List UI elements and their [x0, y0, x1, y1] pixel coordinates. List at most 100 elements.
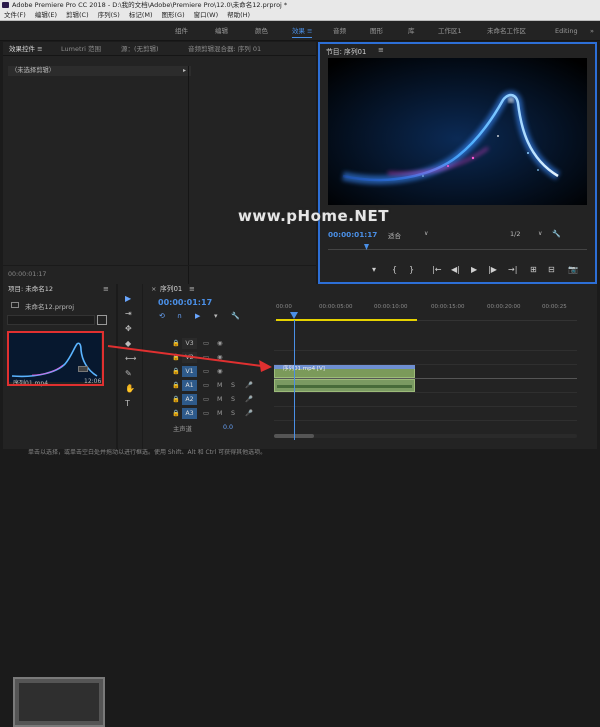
track-lock-icon[interactable]: 🔒	[172, 407, 180, 420]
track-a2-label[interactable]: A2	[182, 394, 197, 405]
menu-sequence[interactable]: 序列(S)	[98, 10, 120, 20]
mute-button[interactable]: M	[217, 407, 222, 420]
sync-lock-icon[interactable]: ▭	[203, 351, 209, 364]
resolution-dropdown-arrow-icon[interactable]: ∨	[538, 230, 542, 237]
timeline-scrollbar[interactable]	[274, 434, 577, 438]
sync-lock-icon[interactable]: ▭	[203, 365, 209, 378]
menu-help[interactable]: 帮助(H)	[227, 10, 250, 20]
track-lock-icon[interactable]: 🔒	[172, 365, 180, 378]
mark-in-icon[interactable]: {	[392, 265, 397, 275]
workspace-graphics[interactable]: 图形	[370, 21, 383, 41]
work-area-bar[interactable]	[276, 319, 417, 321]
extract-icon[interactable]: ⊟	[548, 265, 555, 275]
step-forward-icon[interactable]: |▶	[488, 265, 497, 275]
workspace-editing[interactable]: 编辑	[215, 21, 228, 41]
program-monitor-title[interactable]: 节目: 序列01	[326, 46, 366, 56]
workspace-overflow-icon[interactable]: »	[590, 21, 594, 41]
razor-tool-icon[interactable]: ◆	[125, 339, 131, 349]
mute-button[interactable]: M	[217, 379, 222, 392]
panel-divider[interactable]	[188, 66, 189, 291]
program-timecode[interactable]: 00:00:01:17	[328, 230, 377, 239]
project-menu-icon[interactable]: ≡	[103, 284, 109, 295]
sync-lock-icon[interactable]: ▭	[203, 407, 209, 420]
mute-button[interactable]: M	[217, 393, 222, 406]
sync-lock-icon[interactable]: ▭	[203, 337, 209, 350]
solo-button[interactable]: S	[231, 379, 235, 392]
media-thumbnail[interactable]	[13, 677, 105, 727]
sync-lock-icon[interactable]: ▭	[203, 379, 209, 392]
pen-tool-icon[interactable]: ✎	[125, 369, 132, 379]
track-v2-label[interactable]: V2	[182, 352, 197, 363]
fit-dropdown[interactable]: 适合	[388, 230, 401, 240]
slip-tool-icon[interactable]: ⟷	[125, 354, 136, 364]
add-marker-icon[interactable]: ▾	[372, 265, 376, 275]
microphone-icon[interactable]: 🎤	[245, 407, 253, 420]
microphone-icon[interactable]: 🎤	[245, 393, 253, 406]
close-tab-icon[interactable]: ×	[151, 284, 156, 295]
eye-icon[interactable]: ◉	[217, 337, 223, 350]
timeline-menu-icon[interactable]: ≡	[189, 284, 195, 295]
project-panel-title[interactable]: 项目: 未命名12	[8, 284, 53, 295]
workspace-editing-en[interactable]: Editing	[555, 21, 578, 41]
type-tool-icon[interactable]: T	[125, 399, 130, 409]
track-a1-label[interactable]: A1	[182, 380, 197, 391]
fit-dropdown-arrow-icon[interactable]: ∨	[424, 230, 428, 237]
add-marker-icon[interactable]: ▾	[214, 311, 218, 321]
step-back-icon[interactable]: ◀|	[451, 265, 460, 275]
workspace-assembly[interactable]: 组件	[175, 21, 188, 41]
workspace-menu-icon[interactable]: ≡	[307, 27, 312, 35]
menu-marker[interactable]: 标记(M)	[129, 10, 153, 20]
eye-icon[interactable]: ◉	[217, 351, 223, 364]
menu-file[interactable]: 文件(F)	[4, 10, 26, 20]
ripple-edit-tool-icon[interactable]: ✥	[125, 324, 132, 334]
tab-lumetri-scopes[interactable]: Lumetri 范围	[61, 42, 101, 56]
hand-tool-icon[interactable]: ✋	[125, 384, 135, 394]
snap-icon[interactable]: ∩	[177, 311, 182, 321]
linked-selection-icon[interactable]: ▶	[195, 311, 200, 321]
menu-window[interactable]: 窗口(W)	[194, 10, 219, 20]
go-to-out-icon[interactable]: →|	[508, 265, 517, 275]
workspace-1[interactable]: 工作区1	[438, 21, 462, 41]
timeline-playhead-line[interactable]	[294, 320, 295, 440]
timeline-timecode[interactable]: 00:00:01:17	[158, 298, 212, 307]
timeline-ruler[interactable]: 00:00 00:00:05:00 00:00:10:00 00:00:15:0…	[274, 299, 577, 321]
track-v1-label[interactable]: V1	[182, 366, 197, 377]
nest-toggle-icon[interactable]: ⟲	[159, 311, 165, 321]
expand-arrow-icon[interactable]: ▸	[183, 66, 186, 76]
track-lock-icon[interactable]: 🔒	[172, 351, 180, 364]
tab-source[interactable]: 源：(无剪辑)	[121, 42, 159, 56]
sync-lock-icon[interactable]: ▭	[203, 393, 209, 406]
program-monitor-menu-icon[interactable]: ≡	[378, 46, 384, 54]
menu-graphics[interactable]: 图形(G)	[162, 10, 185, 20]
settings-wrench-icon[interactable]: 🔧	[552, 230, 561, 238]
workspace-audio[interactable]: 音频	[333, 21, 346, 41]
project-search-input[interactable]	[7, 315, 95, 325]
timeline-settings-wrench-icon[interactable]: 🔧	[231, 311, 240, 321]
track-lock-icon[interactable]: 🔒	[172, 379, 180, 392]
workspace-libraries[interactable]: 库	[408, 21, 415, 41]
eye-icon[interactable]: ◉	[217, 365, 223, 378]
tab-effect-controls[interactable]: 效果控件 ≡	[9, 42, 43, 56]
solo-button[interactable]: S	[231, 407, 235, 420]
track-v3-label[interactable]: V3	[182, 338, 197, 349]
workspace-color[interactable]: 颜色	[255, 21, 268, 41]
audio-clip[interactable]	[274, 379, 415, 392]
resolution-dropdown[interactable]: 1/2	[510, 230, 520, 238]
play-icon[interactable]: ▶	[471, 265, 477, 275]
track-select-tool-icon[interactable]: ⇥	[125, 309, 132, 319]
export-frame-icon[interactable]: 📷	[568, 265, 578, 275]
tab-audio-clip-mixer[interactable]: 音频剪辑混合器: 序列 01	[188, 42, 261, 56]
solo-button[interactable]: S	[231, 393, 235, 406]
workspace-effects[interactable]: 效果 ≡	[292, 21, 313, 41]
go-to-in-icon[interactable]: |←	[432, 265, 441, 275]
master-volume-value[interactable]: 0.0	[223, 424, 233, 431]
menu-edit[interactable]: 编辑(E)	[35, 10, 57, 20]
track-lock-icon[interactable]: 🔒	[172, 337, 180, 350]
bin-search-icon[interactable]	[97, 315, 107, 325]
lift-icon[interactable]: ⊞	[530, 265, 537, 275]
menu-clip[interactable]: 剪辑(C)	[66, 10, 89, 20]
mark-out-icon[interactable]: }	[409, 265, 414, 275]
timeline-title[interactable]: 序列01	[160, 284, 182, 295]
microphone-icon[interactable]: 🎤	[245, 379, 253, 392]
track-lock-icon[interactable]: 🔒	[172, 393, 180, 406]
